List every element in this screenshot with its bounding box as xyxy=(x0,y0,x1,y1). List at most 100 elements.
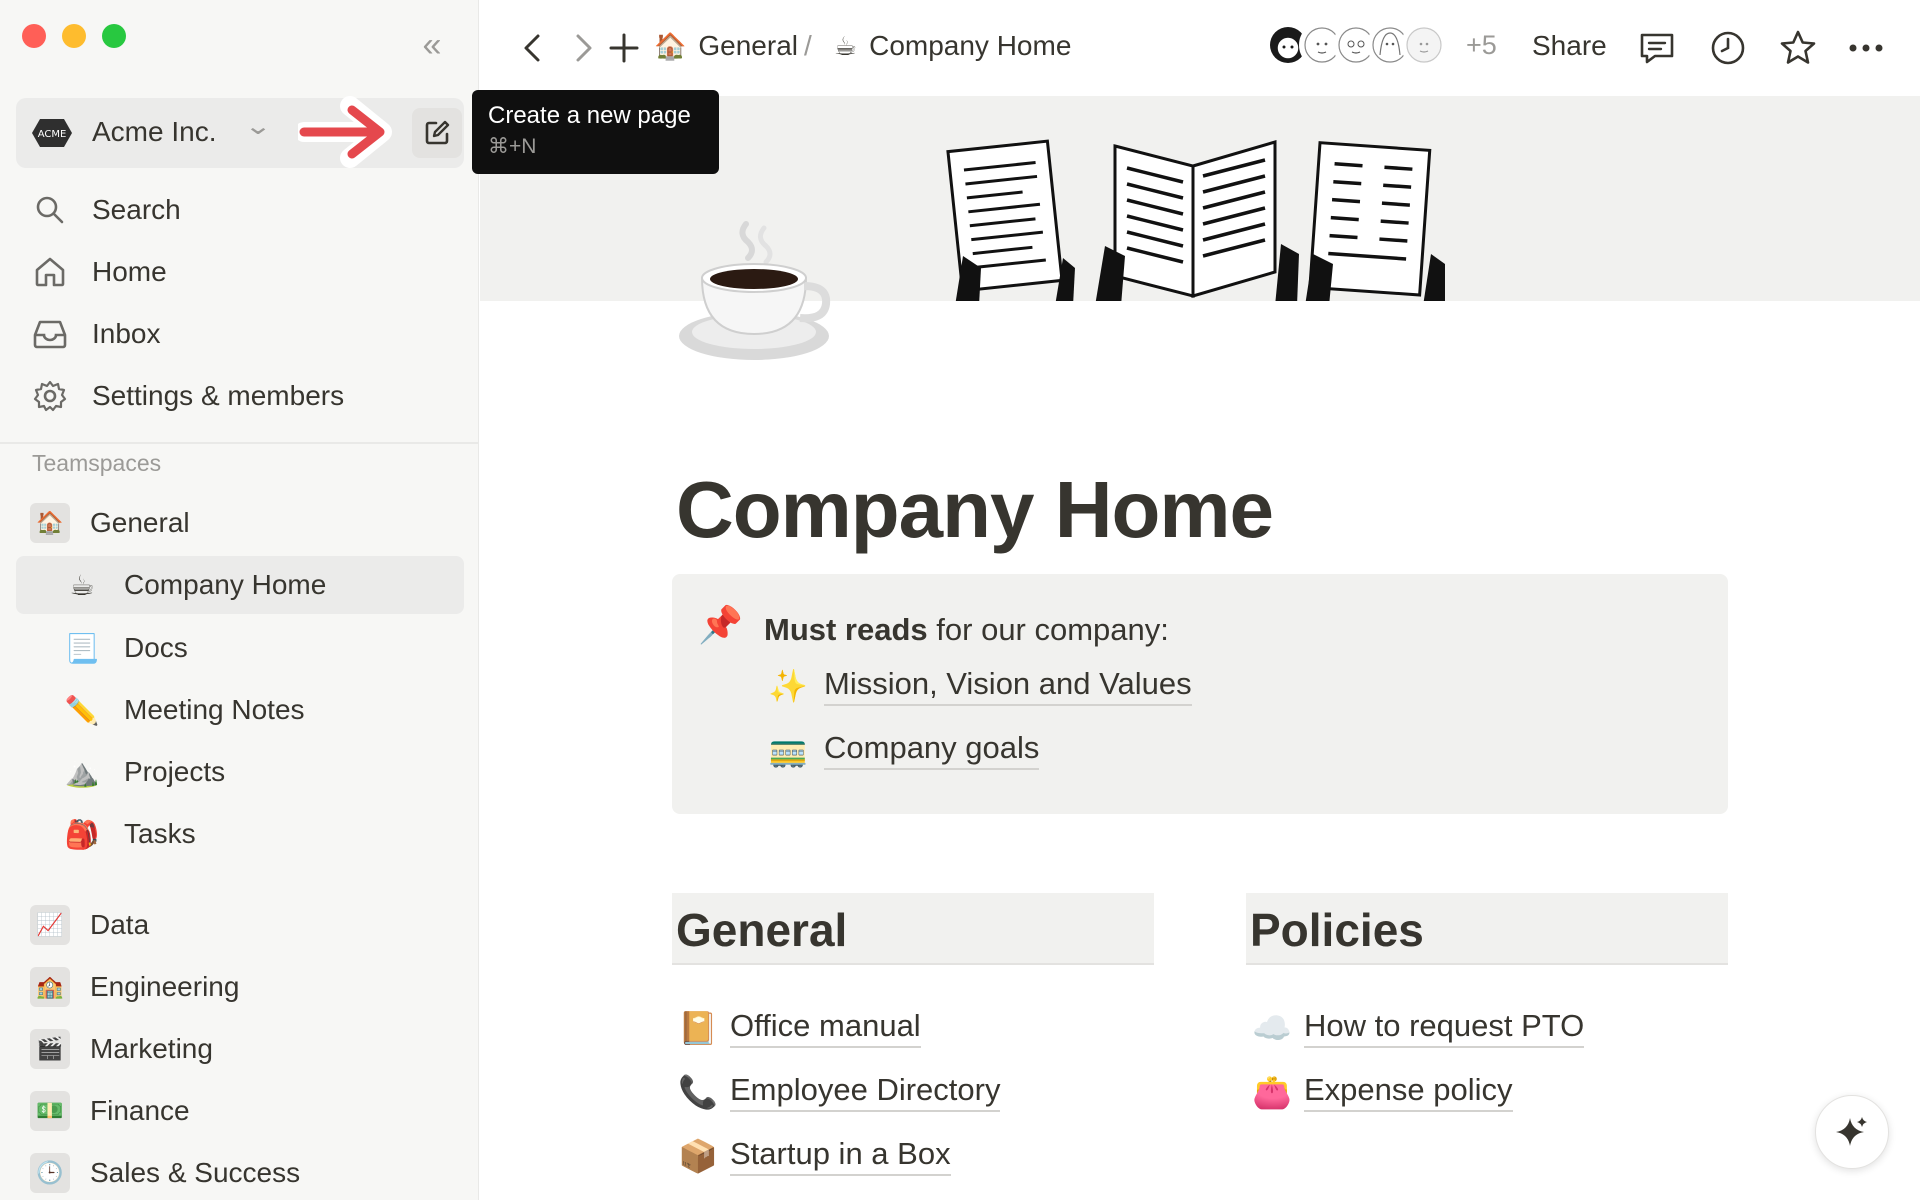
chevron-right-icon xyxy=(576,34,592,62)
notebook-icon: 📔 xyxy=(678,1010,718,1046)
back-button[interactable] xyxy=(513,28,553,68)
acme-logo-icon: ACME xyxy=(32,119,72,147)
link-startup-in-a-box[interactable]: 📦 Startup in a Box xyxy=(676,1136,951,1176)
topbar: 🏠 General / ☕ Company Home +5 Share xyxy=(480,0,1920,96)
cloud-icon: ☁️ xyxy=(1252,1010,1292,1046)
ellipsis-icon xyxy=(1849,44,1883,52)
workspace-name: Acme Inc. xyxy=(92,116,217,147)
more-collaborators-count[interactable]: +5 xyxy=(1466,30,1497,61)
heading-general[interactable]: General xyxy=(672,893,1154,965)
callout-rest: for our company: xyxy=(927,612,1169,647)
teamspaces-label: Teamspaces xyxy=(32,450,162,476)
sparkles-icon: ✨ xyxy=(768,668,808,704)
page-company-home-label: Company Home xyxy=(124,569,327,600)
page-meeting-notes[interactable]: ✏️ Meeting Notes xyxy=(16,681,464,739)
updates-button[interactable] xyxy=(1708,28,1748,68)
page-docs-label: Docs xyxy=(124,632,188,663)
collapse-sidebar-icon[interactable]: « xyxy=(415,28,449,64)
chevron-left-icon xyxy=(524,34,540,62)
teamspace-sales-success[interactable]: 🕒 Sales & Success xyxy=(30,1145,300,1200)
nav-home-label: Home xyxy=(92,256,167,287)
callout-bold: Must reads xyxy=(764,612,928,647)
more-options-button[interactable] xyxy=(1846,28,1886,68)
nav-search[interactable]: Search xyxy=(30,184,181,236)
link-mission-vision-values[interactable]: ✨ Mission, Vision and Values xyxy=(768,666,1192,706)
link-company-goals[interactable]: 🚃 Company goals xyxy=(768,730,1040,770)
inbox-icon xyxy=(30,314,70,354)
coffee-icon: ☕ xyxy=(833,30,858,61)
nav-settings[interactable]: Settings & members xyxy=(30,370,344,422)
window-controls xyxy=(22,24,126,48)
page-docs[interactable]: 📃 Docs xyxy=(16,619,464,677)
close-window-button[interactable] xyxy=(22,24,46,48)
comments-button[interactable] xyxy=(1637,28,1679,70)
page-projects-label: Projects xyxy=(124,756,226,787)
clock-icon xyxy=(1711,31,1745,65)
breadcrumb: 🏠 General / ☕ Company Home xyxy=(654,30,1071,62)
svg-text:ACME: ACME xyxy=(38,129,67,140)
sidebar: « ACME Acme Inc. ⌄ Search Home Inbox Set… xyxy=(0,0,479,1200)
link-goals-label[interactable]: Company goals xyxy=(824,730,1040,770)
building-icon: 🏫 xyxy=(30,967,70,1007)
link-office-manual-label[interactable]: Office manual xyxy=(730,1008,921,1048)
clock-icon: 🕒 xyxy=(30,1153,70,1193)
new-tab-button[interactable] xyxy=(604,28,644,68)
sidebar-divider xyxy=(0,442,479,444)
nav-search-label: Search xyxy=(92,194,181,225)
avatar-face-icon xyxy=(1406,27,1442,63)
link-request-pto[interactable]: ☁️ How to request PTO xyxy=(1250,1008,1585,1048)
favorite-button[interactable] xyxy=(1778,28,1818,68)
home-icon xyxy=(30,252,70,292)
teamspace-data-label: Data xyxy=(90,909,150,940)
breadcrumb-company-home[interactable]: Company Home xyxy=(869,30,1071,62)
forward-button[interactable] xyxy=(563,28,603,68)
link-employee-directory[interactable]: 📞 Employee Directory xyxy=(676,1072,1001,1112)
package-icon: 📦 xyxy=(678,1138,718,1174)
new-page-button[interactable] xyxy=(412,108,462,158)
page-tasks[interactable]: 🎒 Tasks xyxy=(16,805,464,863)
link-employee-directory-label[interactable]: Employee Directory xyxy=(730,1072,1001,1112)
link-startup-label[interactable]: Startup in a Box xyxy=(730,1136,951,1176)
page-tasks-label: Tasks xyxy=(124,818,196,849)
breadcrumb-general[interactable]: General xyxy=(698,30,798,62)
zoom-window-button[interactable] xyxy=(102,24,126,48)
mountain-icon: ⛰️ xyxy=(64,756,100,788)
nav-home[interactable]: Home xyxy=(30,246,167,298)
link-expense-policy-label[interactable]: Expense policy xyxy=(1304,1072,1513,1112)
nav-inbox-label: Inbox xyxy=(92,318,161,349)
sparkle-icon xyxy=(1836,1117,1867,1146)
teamspace-general[interactable]: 🏠 General xyxy=(30,495,190,551)
tram-icon: 🚃 xyxy=(768,732,808,768)
tooltip-shortcut: ⌘+N xyxy=(488,135,537,158)
minimize-window-button[interactable] xyxy=(62,24,86,48)
heading-policies[interactable]: Policies xyxy=(1246,893,1728,965)
teamspace-engineering[interactable]: 🏫 Engineering xyxy=(30,959,239,1015)
collaborator-avatars[interactable] xyxy=(1265,22,1447,68)
link-office-manual[interactable]: 📔 Office manual xyxy=(676,1008,921,1048)
teamspace-general-label: General xyxy=(90,507,190,538)
coffee-cup-icon[interactable] xyxy=(676,214,836,364)
link-mission-label[interactable]: Mission, Vision and Values xyxy=(824,666,1192,706)
share-button[interactable]: Share xyxy=(1532,30,1607,62)
teamspace-data[interactable]: 📈 Data xyxy=(30,897,149,953)
teamspace-sales-success-label: Sales & Success xyxy=(90,1157,301,1188)
page-title[interactable]: Company Home xyxy=(676,464,1274,556)
comment-icon xyxy=(1640,33,1674,64)
pushpin-icon: 📌 xyxy=(698,604,743,645)
gear-icon xyxy=(30,376,70,416)
compose-icon xyxy=(425,120,450,145)
nav-inbox[interactable]: Inbox xyxy=(30,308,161,360)
document-icon: 📃 xyxy=(64,632,100,664)
teamspace-finance[interactable]: 💵 Finance xyxy=(30,1083,190,1139)
link-expense-policy[interactable]: 👛 Expense policy xyxy=(1250,1072,1513,1112)
page-projects[interactable]: ⛰️ Projects xyxy=(16,743,464,801)
page-company-home[interactable]: ☕ Company Home xyxy=(16,556,464,614)
clapper-icon: 🎬 xyxy=(30,1029,70,1069)
newspaper-readers-illustration xyxy=(946,139,1445,301)
backpack-icon: 🎒 xyxy=(64,818,100,850)
ai-assistant-button[interactable] xyxy=(1815,1095,1889,1169)
teamspace-marketing[interactable]: 🎬 Marketing xyxy=(30,1021,213,1077)
nav-settings-label: Settings & members xyxy=(92,380,345,411)
house-icon: 🏠 xyxy=(654,30,687,61)
link-request-pto-label[interactable]: How to request PTO xyxy=(1304,1008,1585,1048)
